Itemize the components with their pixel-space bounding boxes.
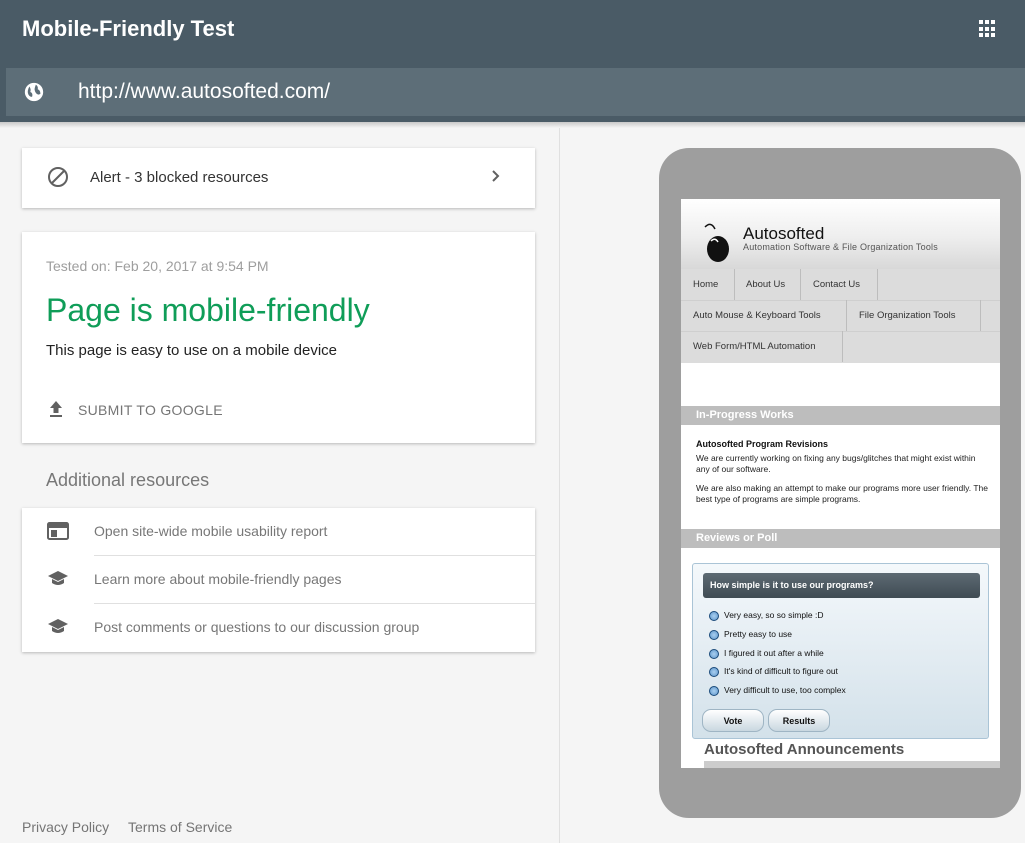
site-header: Autosofted Automation Software & File Or… <box>681 199 1000 269</box>
radio-button[interactable] <box>709 649 719 659</box>
poll-option-label: Pretty easy to use <box>724 629 793 639</box>
nav-web-form-automation[interactable]: Web Form/HTML Automation <box>681 331 843 362</box>
header-shadow <box>0 122 1025 128</box>
radio-button[interactable] <box>709 667 719 677</box>
nav-contact-us[interactable]: Contact Us <box>801 269 878 300</box>
in-progress-bar: In-Progress Works <box>681 406 1000 425</box>
reviews-poll-bar: Reviews or Poll <box>681 529 1000 548</box>
revisions-heading: Autosofted Program Revisions <box>696 439 829 449</box>
site-name: Autosofted <box>743 224 825 243</box>
site-nav: Home About Us Contact Us Auto Mouse & Ke… <box>681 269 1000 363</box>
poll-option[interactable]: I figured it out after a while <box>709 648 969 662</box>
nav-about-us[interactable]: About Us <box>735 269 801 300</box>
announcements-bar <box>704 761 1000 768</box>
additional-resources-title: Additional resources <box>46 470 210 490</box>
results-button[interactable]: Results <box>768 709 830 732</box>
nav-file-organization[interactable]: File Organization Tools <box>847 300 981 331</box>
poll-question: How simple is it to use our programs? <box>703 573 980 598</box>
discussion-group-link[interactable]: Post comments or questions to our discus… <box>22 604 535 652</box>
site-tagline: Automation Software & File Organization … <box>743 242 938 252</box>
chevron-right-icon <box>492 170 500 182</box>
poll-widget: How simple is it to use our programs? Ve… <box>692 563 989 739</box>
school-icon <box>48 571 68 585</box>
nav-auto-mouse-keyboard[interactable]: Auto Mouse & Keyboard Tools <box>681 300 847 331</box>
poll-option[interactable]: Pretty easy to use <box>709 629 969 643</box>
result-subtitle: This page is easy to use on a mobile dev… <box>46 342 337 359</box>
vote-button[interactable]: Vote <box>702 709 764 732</box>
url-bar[interactable]: http://www.autosofted.com/ <box>6 68 1025 116</box>
poll-option-label: Very easy, so so simple :D <box>724 610 824 620</box>
radio-button[interactable] <box>709 630 719 640</box>
nav-home[interactable]: Home <box>681 269 735 300</box>
usability-report-link[interactable]: Open site-wide mobile usability report <box>22 508 535 556</box>
mouse-logo-icon <box>704 223 729 262</box>
block-icon <box>48 167 68 187</box>
poll-option-label: I figured it out after a while <box>724 648 824 658</box>
submit-label: SUBMIT TO GOOGLE <box>78 402 223 418</box>
alert-label: Alert - 3 blocked resources <box>90 169 269 186</box>
poll-option-label: It's kind of difficult to figure out <box>724 666 838 676</box>
resource-label: Learn more about mobile-friendly pages <box>94 571 342 587</box>
upload-icon <box>50 401 62 417</box>
resource-label: Open site-wide mobile usability report <box>94 523 328 539</box>
poll-option-label: Very difficult to use, too complex <box>724 685 846 695</box>
globe-icon <box>24 82 44 102</box>
column-divider <box>559 128 560 843</box>
radio-button[interactable] <box>709 686 719 696</box>
result-title: Page is mobile-friendly <box>46 292 370 328</box>
browser-window-icon <box>47 522 69 540</box>
poll-option[interactable]: It's kind of difficult to figure out <box>709 666 969 680</box>
revisions-text-2: We are also making an attempt to make ou… <box>696 483 988 504</box>
top-app-bar: Mobile-Friendly Test http://www.autosoft… <box>0 0 1025 122</box>
announcements-heading: Autosofted Announcements <box>704 741 905 758</box>
mobile-preview-screen: Autosofted Automation Software & File Or… <box>681 199 1000 768</box>
submit-to-google-button[interactable]: SUBMIT TO GOOGLE <box>44 397 224 423</box>
apps-grid-icon[interactable] <box>979 20 997 38</box>
blocked-resources-alert[interactable]: Alert - 3 blocked resources <box>22 148 535 208</box>
radio-button[interactable] <box>709 611 719 621</box>
app-title: Mobile-Friendly Test <box>22 16 235 41</box>
school-icon <box>48 619 68 633</box>
resource-label: Post comments or questions to our discus… <box>94 619 420 635</box>
url-input[interactable]: http://www.autosofted.com/ <box>78 80 330 104</box>
poll-option[interactable]: Very difficult to use, too complex <box>709 685 969 699</box>
revisions-text-1: We are currently working on fixing any b… <box>696 453 976 474</box>
test-result-card: Tested on: Feb 20, 2017 at 9:54 PM Page … <box>22 232 535 443</box>
privacy-policy-link[interactable]: Privacy Policy <box>22 819 109 835</box>
poll-option[interactable]: Very easy, so so simple :D <box>709 610 969 624</box>
additional-resources-list: Open site-wide mobile usability report L… <box>22 508 535 652</box>
learn-more-link[interactable]: Learn more about mobile-friendly pages <box>22 556 535 604</box>
terms-of-service-link[interactable]: Terms of Service <box>128 819 232 835</box>
tested-on-timestamp: Tested on: Feb 20, 2017 at 9:54 PM <box>46 258 269 274</box>
